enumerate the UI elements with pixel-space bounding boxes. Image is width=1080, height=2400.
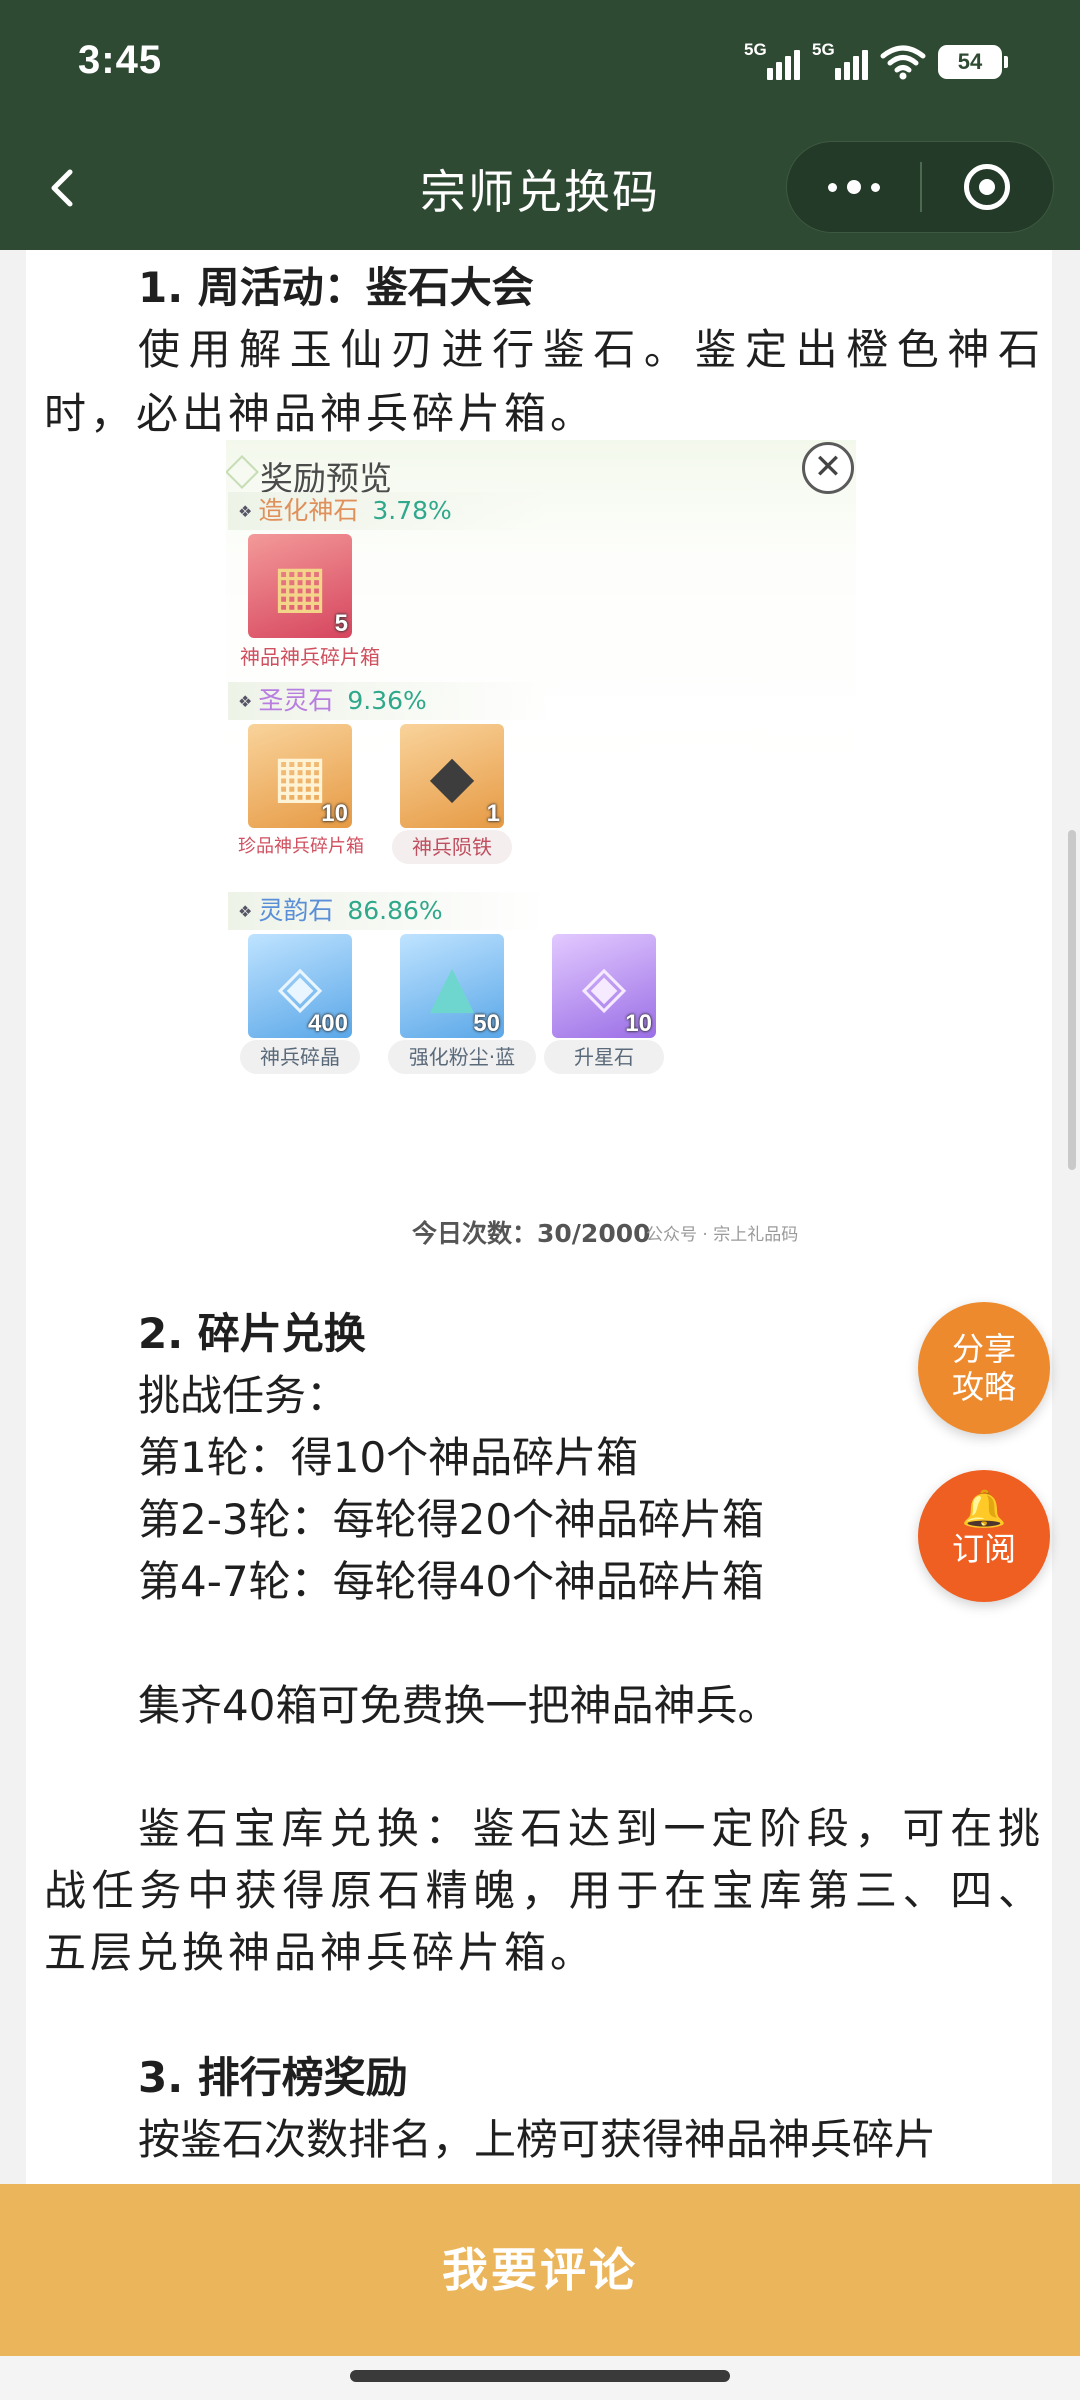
- bell-icon: 🔔: [961, 1489, 1007, 1530]
- close-icon: ✕: [802, 442, 854, 494]
- category-percent: 9.36%: [347, 686, 427, 715]
- item-label: 珍品神兵碎片箱: [238, 836, 364, 857]
- reward-category: ❖ 灵韵石 86.86%: [228, 892, 548, 930]
- section2-vault: 鉴石宝库兑换：鉴石达到一定阶段，可在挑战任务中获得原石精魄，用于在宝库第三、四、…: [44, 1804, 1044, 1977]
- share-label: 分享: [951, 1330, 1016, 1368]
- comment-button[interactable]: 我要评论: [0, 2184, 1080, 2356]
- item-count: 400: [307, 1010, 348, 1037]
- share-label: 攻略: [951, 1368, 1016, 1406]
- battery-icon: 54: [938, 45, 1008, 79]
- item-count: 50: [473, 1010, 500, 1037]
- category-name: 造化神石: [258, 496, 359, 525]
- signal-icon: 5G: [812, 40, 868, 82]
- home-indicator[interactable]: [350, 2370, 730, 2382]
- reward-item: ▦ 10: [248, 724, 352, 828]
- section3-heading: 3. 排行榜奖励: [138, 2053, 408, 2102]
- reward-item: ▦ 5: [248, 534, 352, 638]
- more-dots-icon: [846, 180, 861, 194]
- subscribe-label: 订阅: [951, 1530, 1016, 1568]
- section2-line: 挑战任务：: [138, 1371, 349, 1420]
- reward-item: ◈ 400: [248, 934, 352, 1038]
- reward-item: ◈ 10: [552, 934, 656, 1038]
- section2-line: 第4-7轮：每轮得40个神品碎片箱: [138, 1557, 765, 1606]
- reward-category: ❖ 造化神石 3.78%: [228, 492, 548, 530]
- sparkle-icon: ❖: [238, 502, 253, 521]
- category-percent: 86.86%: [347, 896, 443, 925]
- status-time: 3:45: [78, 38, 163, 82]
- article-content: 1. 周活动：鉴石大会 使用解玉仙刃进行鉴石。鉴定出橙色神石时，必出神品神兵碎片…: [26, 250, 1052, 2184]
- close-miniprogram-button[interactable]: [922, 142, 1053, 232]
- signal-icon: 5G: [744, 40, 800, 82]
- reward-preview-image: 奖励预览 ✕ ❖ 造化神石 3.78% ▦ 5 神品神兵碎片箱 ❖ 圣灵石 9.36% …: [226, 440, 856, 1264]
- reward-item: ▲ 50: [400, 934, 504, 1038]
- network-type: 5G: [812, 40, 835, 59]
- category-name: 灵韵石: [258, 896, 334, 925]
- network-type: 5G: [744, 40, 767, 59]
- item-label: 升星石: [544, 1040, 664, 1074]
- section3-text: 按鉴石次数排名，上榜可获得神品神兵碎片: [138, 2115, 937, 2164]
- section2-heading: 2. 碎片兑换: [138, 1309, 366, 1358]
- section2-note: 集齐40箱可免费换一把神品神兵。: [138, 1681, 780, 1730]
- sparkle-icon: ❖: [238, 902, 253, 921]
- daily-count: 今日次数：30/2000: [412, 1219, 651, 1248]
- item-label: 神品神兵碎片箱: [240, 645, 380, 669]
- subscribe-button[interactable]: 🔔 订阅: [918, 1470, 1050, 1602]
- item-count: 10: [625, 1010, 652, 1037]
- nav-bar: 宗师兑换码: [0, 126, 1080, 250]
- target-close-icon: [964, 164, 1011, 210]
- category-percent: 3.78%: [372, 496, 452, 525]
- status-icons: 5G 5G 54: [744, 40, 1008, 84]
- diamond-icon: [226, 455, 259, 489]
- item-label: 强化粉尘·蓝: [388, 1040, 536, 1074]
- more-dots-icon: [827, 182, 837, 192]
- item-label: 神兵陨铁: [392, 830, 512, 864]
- mini-program-capsule: [786, 141, 1054, 233]
- section2-line: 第2-3轮：每轮得20个神品碎片箱: [138, 1495, 765, 1544]
- scrollbar[interactable]: [1068, 830, 1076, 1170]
- share-guide-button[interactable]: 分享 攻略: [918, 1302, 1050, 1434]
- item-label: 神兵碎晶: [240, 1040, 360, 1074]
- item-count: 1: [486, 800, 500, 827]
- section2-line: 第1轮：得10个神品碎片箱: [138, 1433, 639, 1482]
- status-bar: 3:45 5G 5G 54: [0, 0, 1080, 126]
- section1-body: 使用解玉仙刃进行鉴石。鉴定出橙色神石时，必出神品神兵碎片箱。: [44, 325, 1044, 438]
- sparkle-icon: ❖: [238, 692, 253, 711]
- item-count: 5: [334, 610, 348, 637]
- more-button[interactable]: [787, 142, 920, 232]
- wifi-icon: [880, 45, 926, 80]
- reward-category: ❖ 圣灵石 9.36%: [228, 682, 548, 720]
- item-count: 10: [321, 800, 348, 827]
- category-name: 圣灵石: [258, 686, 334, 715]
- section1-heading: 1. 周活动：鉴石大会: [138, 263, 534, 312]
- more-dots-icon: [870, 182, 880, 192]
- reward-item: ◆ 1: [400, 724, 504, 828]
- watermark: 公众号 · 宗上礼品码: [646, 1225, 799, 1245]
